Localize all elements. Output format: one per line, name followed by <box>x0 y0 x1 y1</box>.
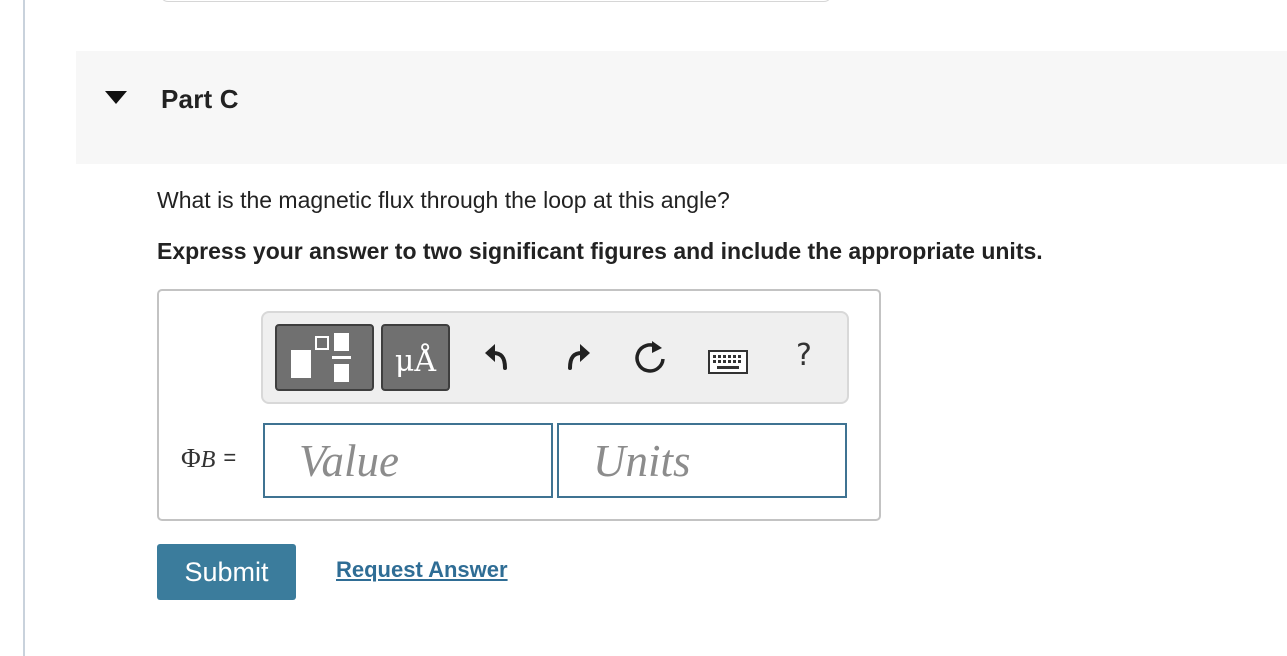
units-input[interactable] <box>557 423 847 498</box>
previous-card-edge <box>160 0 832 2</box>
keyboard-icon[interactable] <box>708 350 748 374</box>
equals-sign: = <box>223 445 237 470</box>
submit-button[interactable]: Submit <box>157 544 296 600</box>
question-text: What is the magnetic flux through the lo… <box>157 187 730 213</box>
instruction-text: Express your answer to two significant f… <box>157 238 1043 264</box>
units-button[interactable]: μÅ <box>381 324 450 391</box>
answer-symbol-label: ΦB = <box>181 443 236 474</box>
left-divider <box>23 0 25 656</box>
units-glyph: μÅ <box>394 344 437 379</box>
redo-arrow-icon[interactable] <box>560 340 594 374</box>
phi-subscript: B <box>200 447 216 473</box>
templates-button[interactable] <box>275 324 374 391</box>
help-button[interactable]: ? <box>796 338 812 373</box>
collapse-caret-icon[interactable] <box>105 91 127 104</box>
phi-symbol: Φ <box>181 443 201 473</box>
reset-circular-arrow-icon[interactable] <box>631 338 671 378</box>
request-answer-link[interactable]: Request Answer <box>336 557 508 583</box>
undo-arrow-icon[interactable] <box>481 340 515 374</box>
page: Part C What is the magnetic flux through… <box>0 0 1287 656</box>
part-title: Part C <box>161 84 239 114</box>
part-header[interactable] <box>76 51 1287 164</box>
fraction-template-icon <box>291 333 351 382</box>
value-input[interactable] <box>263 423 553 498</box>
